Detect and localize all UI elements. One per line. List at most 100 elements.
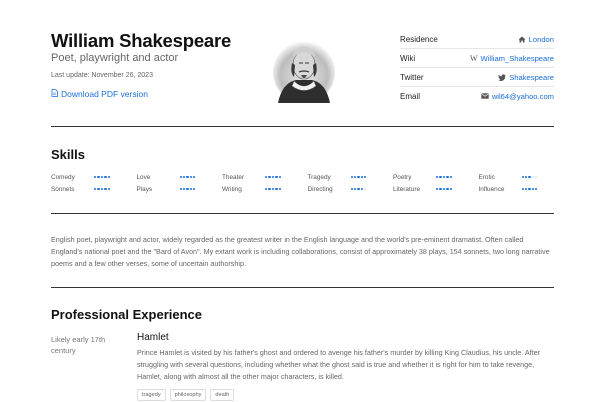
- skill-item: Sonnets: [51, 185, 137, 193]
- skill-name: Theater: [222, 173, 245, 181]
- skill-item: Theater: [222, 173, 308, 181]
- skill-level-dot: [278, 175, 281, 179]
- contact-row-wiki: Wiki W William_Shakespeare: [400, 49, 554, 68]
- wikipedia-icon: W: [469, 53, 478, 63]
- twitter-link[interactable]: Shakespeare: [498, 73, 554, 82]
- skill-level-dot: [360, 187, 364, 191]
- skill-level-dot: [439, 175, 442, 179]
- job-date: Likely early 17th century: [51, 335, 106, 355]
- contact-label: Wiki: [400, 53, 416, 63]
- skill-item: Comedy: [51, 173, 137, 181]
- skill-level-dot: [357, 175, 360, 179]
- contact-row-email: Email wil64@yahoo.com: [400, 87, 554, 105]
- resume-page: William Shakespeare Poet, playwright and…: [51, 0, 554, 402]
- skill-level-dots: [521, 187, 538, 191]
- wiki-link[interactable]: W William_Shakespeare: [470, 54, 554, 63]
- skill-level-dot: [94, 175, 97, 179]
- skill-level-dot: [521, 175, 524, 179]
- skill-level-dot: [97, 187, 100, 191]
- job-tags: tragedy philosophy death: [137, 389, 235, 401]
- skill-level-dots: [265, 175, 281, 179]
- skill-level-dot: [364, 175, 367, 179]
- portrait-image: [272, 37, 336, 103]
- skill-name: Love: [136, 173, 151, 181]
- skill-level-dots: [436, 187, 452, 191]
- skill-level-dot: [189, 175, 193, 179]
- skill-name: Literature: [393, 185, 420, 193]
- skill-level-dot: [268, 175, 271, 179]
- skill-level-dots: [350, 187, 367, 191]
- skill-level-dot: [524, 187, 528, 191]
- skill-level-dot: [97, 175, 100, 179]
- skill-level-dot: [353, 187, 357, 191]
- skill-level-dot: [446, 187, 449, 191]
- email-value: wil64@yahoo.com: [491, 91, 554, 101]
- twitter-icon: [498, 73, 506, 81]
- email-link[interactable]: wil64@yahoo.com: [480, 91, 554, 101]
- tag: tragedy: [137, 389, 166, 401]
- skill-level-dot: [360, 175, 364, 179]
- skill-level-dot: [179, 175, 182, 179]
- skill-level-dot: [364, 187, 367, 191]
- skill-name: Sonnets: [51, 185, 75, 193]
- skill-level-dot: [265, 187, 268, 191]
- skill-item: Literature: [393, 185, 479, 193]
- skill-level-dot: [278, 187, 281, 191]
- skill-level-dot: [100, 175, 104, 179]
- skill-level-dot: [100, 187, 104, 191]
- skills-heading: Skills: [51, 147, 85, 162]
- skill-level-dot: [528, 187, 531, 191]
- skill-level-dot: [350, 175, 353, 179]
- skill-name: Influence: [478, 185, 505, 193]
- skill-level-dot: [275, 187, 278, 191]
- skill-item: Love: [137, 173, 223, 181]
- skill-name: Poetry: [393, 173, 412, 181]
- skill-level-dot: [436, 187, 439, 191]
- skill-item: Influence: [479, 185, 565, 193]
- skill-name: Erotic: [478, 173, 495, 181]
- skill-name: Comedy: [51, 173, 75, 181]
- envelope-icon: [480, 93, 489, 99]
- skill-level-dots: [265, 187, 281, 191]
- skill-level-dot: [94, 187, 97, 191]
- skill-level-dot: [104, 187, 107, 191]
- skill-level-dot: [350, 187, 353, 191]
- skill-level-dots: [179, 187, 196, 191]
- contact-label: Email: [400, 91, 421, 101]
- skill-level-dot: [275, 175, 278, 179]
- residence-value: London: [528, 34, 554, 44]
- divider: [51, 126, 554, 127]
- skill-level-dot: [271, 187, 275, 191]
- skill-level-dot: [193, 175, 196, 179]
- skill-item: Tragedy: [308, 173, 394, 181]
- skill-level-dots: [179, 175, 196, 179]
- skill-item: Erotic: [479, 173, 565, 181]
- twitter-value: Shakespeare: [509, 72, 554, 82]
- divider: [51, 213, 554, 214]
- skill-level-dot: [535, 175, 538, 179]
- residence-link[interactable]: London: [518, 35, 554, 44]
- skill-level-dot: [182, 175, 186, 179]
- download-pdf-link[interactable]: Download PDF version: [51, 89, 148, 99]
- skill-level-dot: [107, 175, 110, 179]
- contact-list: Residence London Wiki W William_Shakespe…: [400, 30, 554, 105]
- person-subtitle: Poet, playwright and actor: [51, 52, 179, 64]
- skill-level-dot: [531, 187, 535, 191]
- skill-level-dot: [104, 175, 107, 179]
- contact-row-twitter: Twitter Shakespeare: [400, 68, 554, 87]
- skill-item: Directing: [308, 185, 394, 193]
- skill-level-dot: [528, 175, 531, 179]
- skill-level-dots: [436, 175, 452, 179]
- skill-level-dot: [189, 187, 193, 191]
- file-pdf-icon: [51, 89, 58, 99]
- skill-level-dot: [446, 175, 449, 179]
- skill-item: Plays: [137, 185, 223, 193]
- skill-level-dot: [107, 187, 110, 191]
- tag: death: [210, 389, 235, 401]
- skill-level-dots: [94, 187, 110, 191]
- skill-level-dot: [524, 175, 528, 179]
- last-update: Last update: November 26, 2023: [51, 72, 153, 79]
- bio-text: English poet, playwright and actor, wide…: [51, 235, 550, 268]
- tag: philosophy: [169, 389, 207, 401]
- experience-heading: Professional Experience: [51, 307, 203, 322]
